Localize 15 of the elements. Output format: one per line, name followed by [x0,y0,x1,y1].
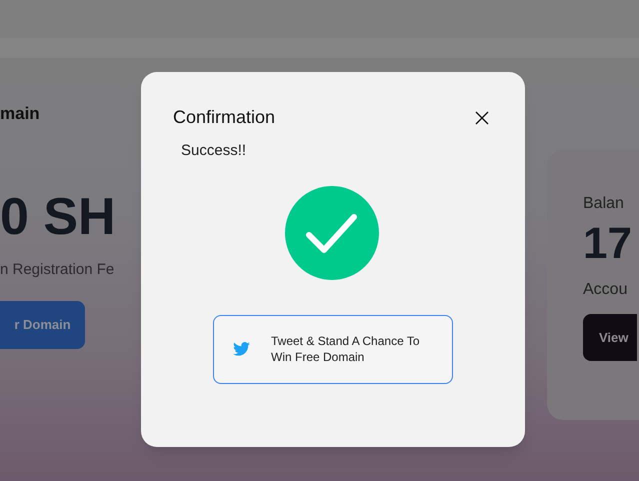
register-button[interactable]: r Domain [0,301,85,349]
price-amount: 0 SH [0,188,117,244]
success-message: Success!! [181,141,246,161]
checkmark-icon [284,184,380,280]
fee-label: n Registration Fe [0,260,116,280]
view-button[interactable]: View [583,314,637,361]
account-label: Accou [583,280,628,300]
tweet-button[interactable]: Tweet & Stand A Chance To Win Free Domain [213,314,453,384]
section-title: main [0,103,41,125]
dialog-title: Confirmation [173,106,276,129]
close-button[interactable] [475,110,489,124]
balance-label: Balan [583,194,625,214]
bird-icon [233,342,250,356]
balance-value: 17 [583,218,632,270]
close-icon [475,110,489,124]
